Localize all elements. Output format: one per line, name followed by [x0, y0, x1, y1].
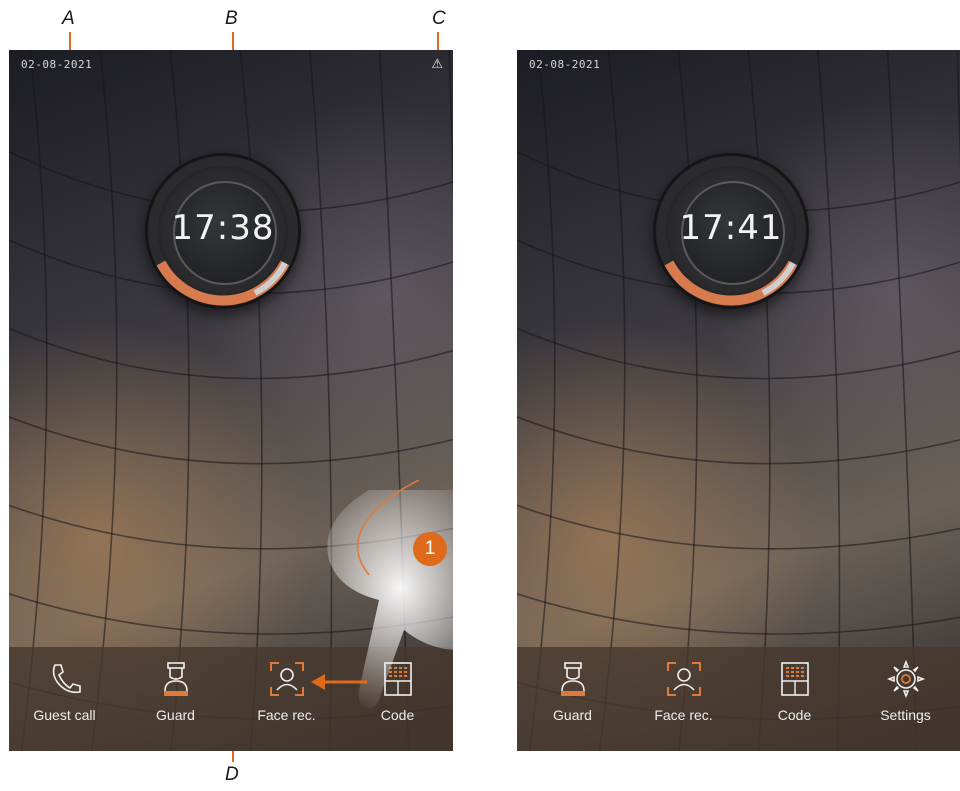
dock-label: Settings: [880, 707, 931, 723]
callout-c: C: [432, 8, 446, 29]
clock-time: 17:41: [679, 208, 783, 248]
dock-label: Guard: [553, 707, 592, 723]
phone-handset-icon: [52, 664, 81, 694]
date-label: 02-08-2021: [21, 58, 93, 71]
keypad-icon: [780, 662, 809, 696]
dock-bar: Guard Face rec. Code Settings: [517, 647, 960, 751]
callout-d: D: [225, 764, 239, 785]
step-number-badge: 1: [413, 532, 447, 566]
callout-b: B: [225, 8, 238, 29]
dock-item-guest-call[interactable]: Guest call: [15, 647, 115, 723]
gear-icon: [886, 659, 925, 699]
dock-item-settings[interactable]: Settings: [856, 647, 956, 723]
callout-a: A: [62, 8, 75, 29]
clock-widget: 17:38: [145, 153, 301, 309]
dock-item-guard[interactable]: Guard: [126, 647, 226, 723]
dock-label: Guest call: [33, 707, 96, 723]
face-recognition-icon: [666, 662, 701, 696]
guard-icon: [163, 662, 188, 696]
dock-label: Face rec.: [257, 707, 316, 723]
dock-label: Guard: [156, 707, 195, 723]
dock-item-face-rec[interactable]: Face rec.: [634, 647, 734, 723]
face-recognition-icon: [269, 662, 304, 696]
swipe-left-arrow-icon: [311, 674, 367, 690]
guard-icon: [560, 662, 585, 696]
dock-label: Face rec.: [654, 707, 713, 723]
clock-time: 17:38: [171, 208, 275, 248]
screen-after: 02-08-2021 17:41 Guard Face rec. Code Se…: [517, 50, 960, 751]
dock-item-guard[interactable]: Guard: [523, 647, 623, 723]
date-label: 02-08-2021: [529, 58, 601, 71]
swipe-hand-illustration: [327, 480, 453, 709]
dock-item-code[interactable]: Code: [745, 647, 845, 723]
clock-widget: 17:41: [653, 153, 809, 309]
warning-triangle-icon[interactable]: ⚠: [431, 56, 443, 72]
screen-before: 02-08-2021 ⚠ 17:38 Guest call Guard Face…: [9, 50, 453, 751]
dock-label: Code: [777, 707, 812, 723]
